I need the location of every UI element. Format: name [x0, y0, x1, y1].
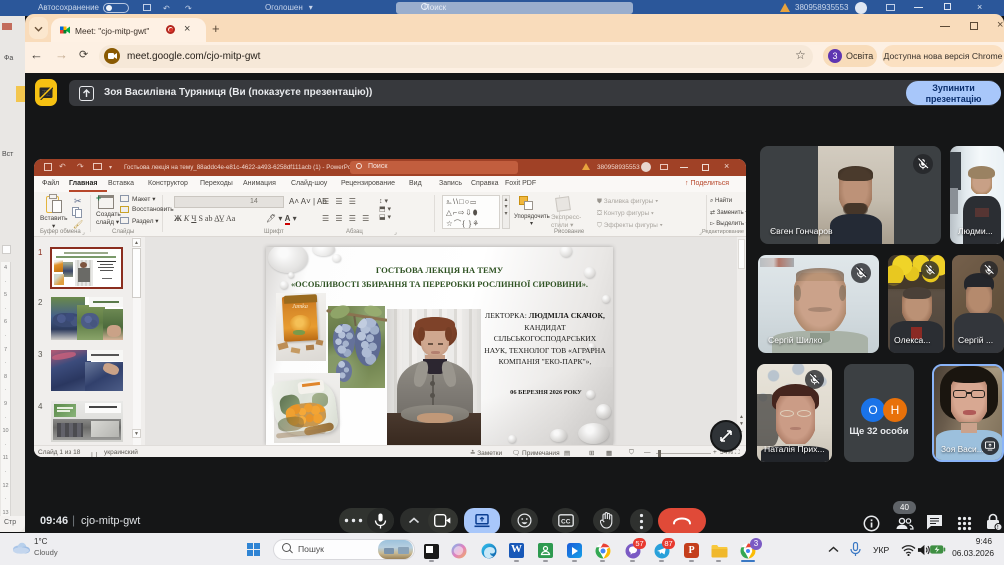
svg-text:CC: CC [561, 518, 571, 525]
